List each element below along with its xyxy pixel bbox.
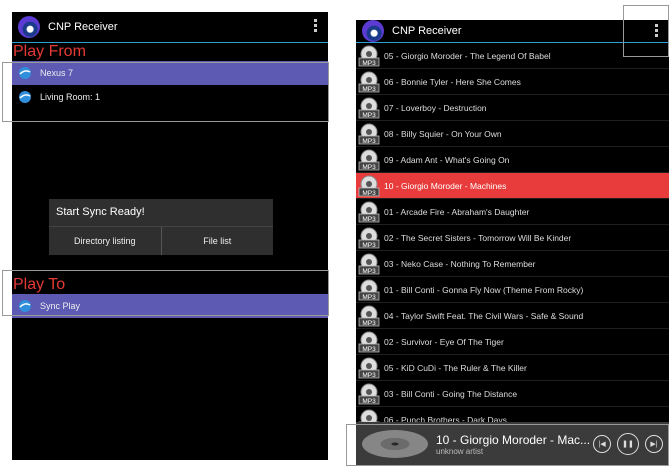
- track-row[interactable]: MP3 02 - The Secret Sisters - Tomorrow Wi…: [356, 225, 669, 251]
- track-row[interactable]: MP3 05 - KiD CuDi - The Ruler & The Kille…: [356, 355, 669, 381]
- app-logo-icon: [362, 20, 384, 42]
- mp3-disc-icon: MP3: [358, 357, 380, 379]
- svg-text:MP3: MP3: [362, 164, 376, 171]
- action-bar: CNP Receiver: [12, 12, 328, 43]
- track-title: 07 - Loverboy - Destruction: [384, 102, 487, 113]
- play-from-heading: Play From: [13, 43, 86, 60]
- track-row[interactable]: MP3 01 - Bill Conti - Gonna Fly Now (Them…: [356, 277, 669, 303]
- svg-text:MP3: MP3: [362, 372, 376, 379]
- track-row[interactable]: MP3 09 - Adam Ant - What's Going On: [356, 147, 669, 173]
- callout-overflow: [623, 5, 669, 57]
- track-title: 01 - Arcade Fire - Abraham's Daughter: [384, 206, 530, 217]
- track-title: 02 - The Secret Sisters - Tomorrow Will …: [384, 232, 572, 243]
- track-title: 03 - Neko Case - Nothing To Remember: [384, 258, 536, 269]
- track-title: 05 - Giorgio Moroder - The Legend Of Bab…: [384, 50, 551, 61]
- svg-text:MP3: MP3: [362, 294, 376, 301]
- track-title: 08 - Billy Squier - On Your Own: [384, 128, 502, 139]
- svg-text:MP3: MP3: [362, 216, 376, 223]
- callout-player: [346, 424, 669, 466]
- mp3-disc-icon: MP3: [358, 331, 380, 353]
- mp3-disc-icon: MP3: [358, 71, 380, 93]
- callout-play-from: [2, 62, 329, 122]
- app-logo-icon: [18, 16, 40, 38]
- track-title: 04 - Taylor Swift Feat. The Civil Wars -…: [384, 310, 584, 321]
- mp3-disc-icon: MP3: [358, 305, 380, 327]
- callout-play-to: [2, 270, 329, 316]
- svg-text:MP3: MP3: [362, 346, 376, 353]
- mp3-disc-icon: MP3: [358, 253, 380, 275]
- track-title: 03 - Bill Conti - Going The Distance: [384, 388, 518, 399]
- mp3-disc-icon: MP3: [358, 383, 380, 405]
- track-title: 10 - Giorgio Moroder - Machines: [384, 180, 507, 191]
- svg-text:MP3: MP3: [362, 138, 376, 145]
- directory-listing-button[interactable]: Directory listing: [49, 227, 162, 255]
- track-row[interactable]: MP3 03 - Bill Conti - Going The Distance: [356, 381, 669, 407]
- mp3-disc-icon: MP3: [358, 201, 380, 223]
- overflow-menu-icon[interactable]: [314, 19, 318, 32]
- svg-text:MP3: MP3: [362, 112, 376, 119]
- mp3-disc-icon: MP3: [358, 123, 380, 145]
- svg-text:MP3: MP3: [362, 398, 376, 405]
- svg-text:MP3: MP3: [362, 242, 376, 249]
- track-row[interactable]: MP3 04 - Taylor Swift Feat. The Civil War…: [356, 303, 669, 329]
- svg-text:MP3: MP3: [362, 320, 376, 327]
- sync-dialog: Start Sync Ready! Directory listing File…: [49, 199, 273, 255]
- file-list-button[interactable]: File list: [162, 227, 274, 255]
- track-title: 05 - KiD CuDi - The Ruler & The Killer: [384, 362, 527, 373]
- track-title: 09 - Adam Ant - What's Going On: [384, 154, 510, 165]
- track-row[interactable]: MP3 10 - Giorgio Moroder - Machines: [356, 173, 669, 199]
- app-title: CNP Receiver: [48, 21, 118, 33]
- track-title: 01 - Bill Conti - Gonna Fly Now (Theme F…: [384, 284, 584, 295]
- mp3-disc-icon: MP3: [358, 45, 380, 67]
- track-row[interactable]: MP3 07 - Loverboy - Destruction: [356, 95, 669, 121]
- track-list: MP3 05 - Giorgio Moroder - The Legend Of …: [356, 43, 669, 433]
- mp3-disc-icon: MP3: [358, 227, 380, 249]
- track-row[interactable]: MP3 06 - Bonnie Tyler - Here She Comes: [356, 69, 669, 95]
- track-row[interactable]: MP3 02 - Survivor - Eye Of The Tiger: [356, 329, 669, 355]
- track-row[interactable]: MP3 08 - Billy Squier - On Your Own: [356, 121, 669, 147]
- track-row[interactable]: MP3 01 - Arcade Fire - Abraham's Daughter: [356, 199, 669, 225]
- track-title: 06 - Bonnie Tyler - Here She Comes: [384, 76, 521, 87]
- track-row[interactable]: MP3 03 - Neko Case - Nothing To Remember: [356, 251, 669, 277]
- track-title: 02 - Survivor - Eye Of The Tiger: [384, 336, 504, 347]
- svg-text:MP3: MP3: [362, 86, 376, 93]
- mp3-disc-icon: MP3: [358, 175, 380, 197]
- app-title: CNP Receiver: [392, 25, 462, 37]
- svg-text:MP3: MP3: [362, 60, 376, 67]
- mp3-disc-icon: MP3: [358, 97, 380, 119]
- mp3-disc-icon: MP3: [358, 149, 380, 171]
- svg-text:MP3: MP3: [362, 190, 376, 197]
- mp3-disc-icon: MP3: [358, 279, 380, 301]
- dialog-title: Start Sync Ready!: [56, 206, 145, 218]
- right-screen: CNP Receiver MP3 05 - Giorgio Moroder - T…: [356, 20, 669, 466]
- svg-text:MP3: MP3: [362, 268, 376, 275]
